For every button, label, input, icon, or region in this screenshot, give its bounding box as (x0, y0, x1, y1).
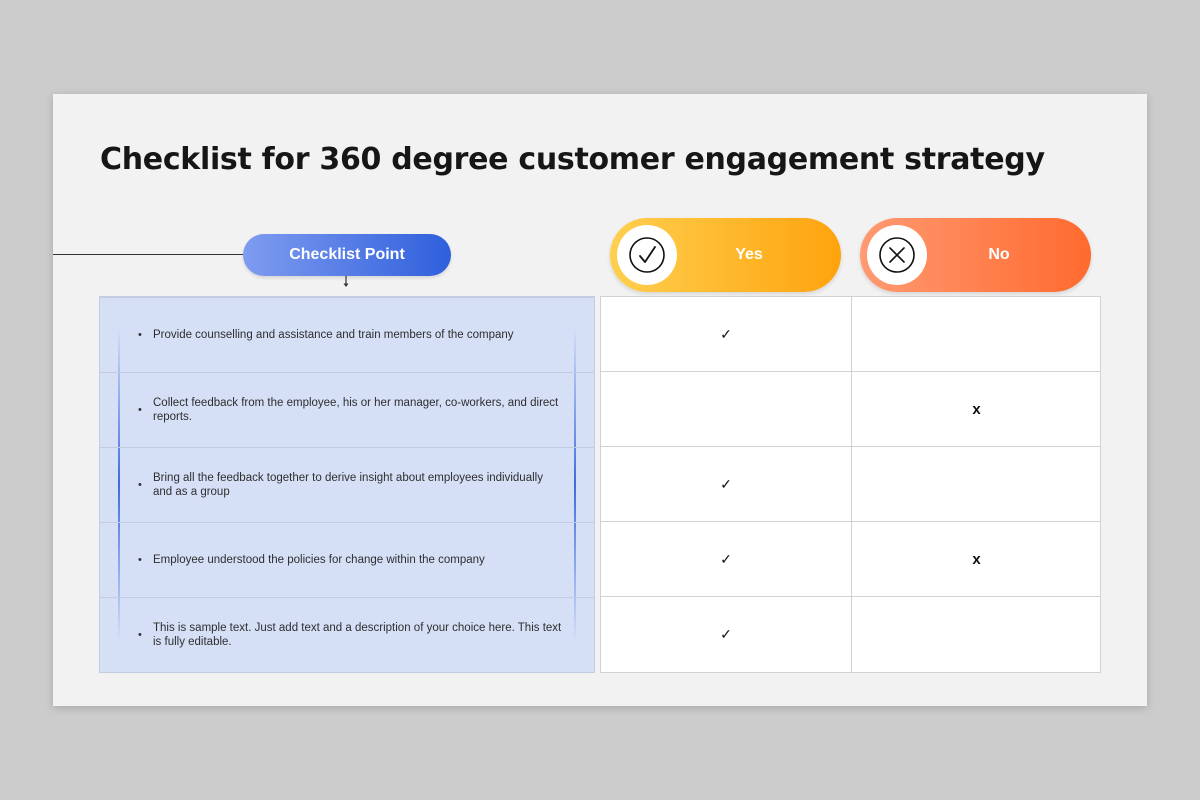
no-label: No (988, 246, 1010, 263)
checklist-panel: • Provide counselling and assistance and… (99, 296, 595, 673)
checklist-point-header: Checklist Point (243, 234, 451, 276)
yes-cell: ✓ (601, 447, 852, 522)
yes-mark: ✓ (720, 626, 732, 642)
bullet-icon: • (138, 629, 142, 641)
slide: Checklist for 360 degree customer engage… (53, 94, 1147, 706)
yes-mark: ✓ (720, 325, 732, 342)
yes-mark: ✓ (720, 475, 732, 492)
checklist-row: • This is sample text. Just add text and… (100, 597, 594, 672)
checklist-text: Bring all the feedback together to deriv… (153, 472, 543, 498)
checklist-point-label: Checklist Point (289, 246, 405, 263)
yes-no-table: ✓ x ✓ ✓ x ✓ (600, 296, 1101, 673)
no-cell (852, 297, 1101, 372)
yes-cell: ✓ (601, 597, 852, 672)
checklist-row: • Employee understood the policies for c… (100, 522, 594, 597)
checklist-row: • Bring all the feedback together to der… (100, 447, 594, 522)
no-cell (852, 597, 1101, 672)
yes-cell: ✓ (601, 522, 852, 597)
bullet-icon: • (138, 404, 142, 416)
yes-header: Yes (610, 218, 841, 292)
no-cell: x (852, 372, 1101, 447)
check-circle-icon (617, 225, 677, 285)
no-mark: x (972, 400, 981, 418)
yes-mark: ✓ (720, 550, 732, 567)
no-header: No (860, 218, 1091, 292)
yes-label: Yes (735, 246, 763, 263)
yes-cell (601, 372, 852, 447)
page-title: Checklist for 360 degree customer engage… (100, 142, 1045, 177)
bullet-icon: • (138, 479, 142, 491)
checklist-text: Collect feedback from the employee, his … (153, 397, 559, 423)
no-cell (852, 447, 1101, 522)
bullet-icon: • (138, 554, 142, 566)
yes-cell: ✓ (601, 297, 852, 372)
x-circle-icon (867, 225, 927, 285)
checklist-row: • Provide counselling and assistance and… (100, 297, 594, 372)
connector-line (53, 254, 243, 255)
checklist-text: Employee understood the policies for cha… (153, 554, 485, 566)
no-cell: x (852, 522, 1101, 597)
checklist-text: This is sample text. Just add text and a… (153, 622, 562, 648)
checklist-text: Provide counselling and assistance and t… (153, 329, 514, 341)
no-mark: x (972, 550, 981, 568)
bullet-icon: • (138, 329, 142, 341)
down-arrow-icon (343, 276, 349, 288)
checklist-row: • Collect feedback from the employee, hi… (100, 372, 594, 447)
